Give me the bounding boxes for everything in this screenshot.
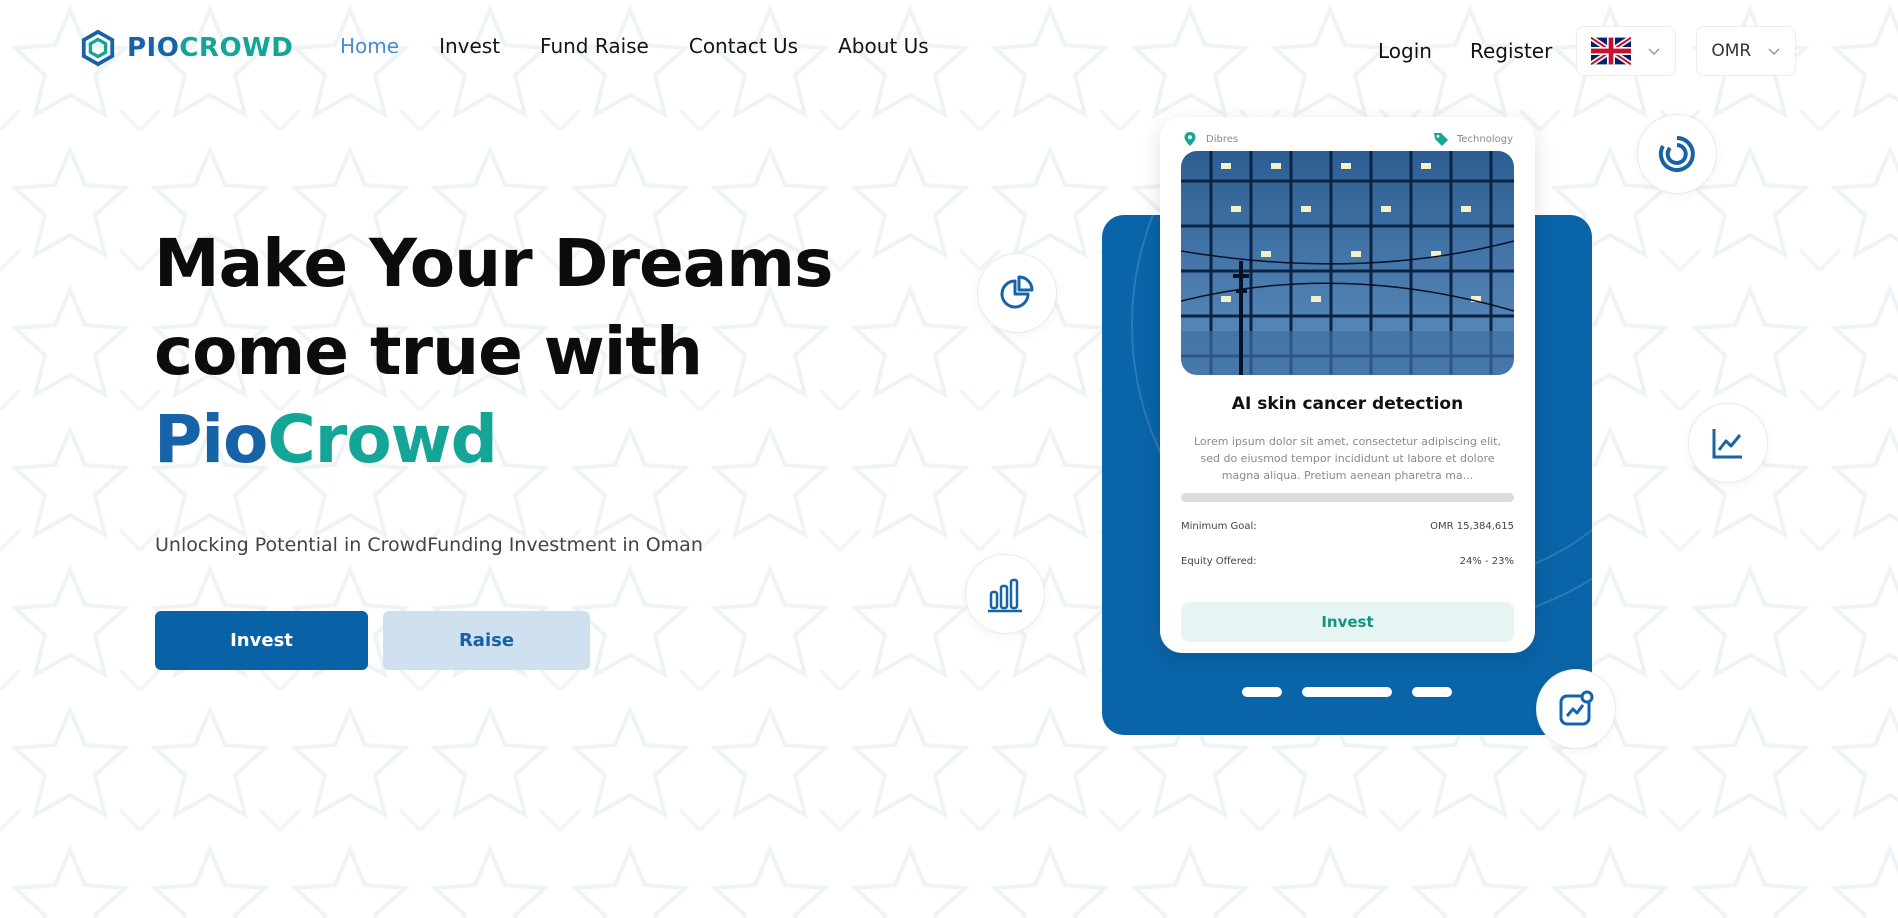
uk-flag-icon bbox=[1591, 37, 1632, 65]
card-invest-button[interactable]: Invest bbox=[1181, 602, 1514, 642]
carousel-dots bbox=[1242, 687, 1472, 697]
top-navigation: PIOCROWD Home Invest Fund Raise Contact … bbox=[0, 0, 1898, 96]
hexagon-logo-icon bbox=[81, 29, 115, 67]
hero-title-line-2: come true with bbox=[154, 313, 703, 390]
donut-chart-badge bbox=[1637, 114, 1717, 194]
nav-link-fund-raise[interactable]: Fund Raise bbox=[540, 34, 649, 58]
min-goal-value: OMR 15,384,615 bbox=[1430, 521, 1514, 532]
card-tags: Dibres Technology bbox=[1182, 129, 1513, 149]
pie-chart-badge bbox=[977, 253, 1057, 333]
office-building-photo bbox=[1181, 151, 1514, 375]
chevron-down-icon bbox=[1648, 48, 1660, 56]
min-goal-label: Minimum Goal: bbox=[1181, 521, 1257, 532]
currency-value: OMR bbox=[1711, 41, 1752, 61]
nav-right: Login Register OMR bbox=[1378, 26, 1797, 76]
nav-link-home[interactable]: Home bbox=[340, 34, 399, 58]
card-description: Lorem ipsum dolor sit amet, consectetur … bbox=[1194, 435, 1501, 482]
login-link[interactable]: Login bbox=[1378, 39, 1432, 63]
price-tag-icon bbox=[1433, 133, 1448, 146]
location-pin-icon bbox=[1184, 132, 1196, 146]
bar-chart-icon bbox=[988, 578, 1022, 613]
location-tag: Dibres bbox=[1182, 131, 1238, 147]
raise-button[interactable]: Raise bbox=[383, 611, 590, 670]
invest-button[interactable]: Invest bbox=[155, 611, 368, 670]
bar-chart-badge bbox=[965, 554, 1045, 634]
language-select[interactable] bbox=[1576, 26, 1677, 76]
line-chart-badge bbox=[1688, 403, 1768, 483]
pie-chart-icon bbox=[1000, 275, 1034, 309]
card-title: AI skin cancer detection bbox=[1231, 394, 1464, 414]
equity-label: Equity Offered: bbox=[1181, 556, 1257, 567]
carousel-dot[interactable] bbox=[1412, 687, 1452, 697]
equity-value: 24% - 23% bbox=[1459, 556, 1514, 567]
donut-chart-icon bbox=[1658, 136, 1695, 172]
nav-links: Home Invest Fund Raise Contact Us About … bbox=[340, 34, 969, 58]
hero-title-brand: PioCrowd bbox=[154, 401, 498, 478]
campaign-card[interactable]: Dibres Technology AI skin cancer detecti… bbox=[1160, 117, 1535, 653]
brand-logo[interactable]: PIOCROWD bbox=[79, 28, 293, 68]
brand-wordmark: PIOCROWD bbox=[127, 33, 294, 63]
nav-link-invest[interactable]: Invest bbox=[439, 34, 500, 58]
nav-link-about-us[interactable]: About Us bbox=[838, 34, 929, 58]
category-tag: Technology bbox=[1433, 131, 1513, 147]
hero-title: Make Your Dreams come true with PioCrowd bbox=[154, 220, 833, 484]
funding-progress-bar bbox=[1181, 493, 1514, 502]
equity-row: Equity Offered: 24% - 23% bbox=[1181, 556, 1514, 567]
nav-link-contact-us[interactable]: Contact Us bbox=[689, 34, 798, 58]
currency-select[interactable]: OMR bbox=[1696, 26, 1797, 76]
hero-title-line-1: Make Your Dreams bbox=[154, 225, 833, 302]
register-link[interactable]: Register bbox=[1470, 39, 1552, 63]
chevron-down-icon bbox=[1768, 48, 1780, 56]
line-chart-icon bbox=[1712, 429, 1742, 459]
card-image bbox=[1181, 151, 1514, 375]
carousel-dot-active[interactable] bbox=[1302, 687, 1392, 697]
hero-subtitle: Unlocking Potential in CrowdFunding Inve… bbox=[155, 534, 703, 556]
chart-settings-icon bbox=[1559, 690, 1594, 726]
chart-settings-badge bbox=[1536, 669, 1616, 749]
carousel-dot[interactable] bbox=[1242, 687, 1282, 697]
min-goal-row: Minimum Goal: OMR 15,384,615 bbox=[1181, 521, 1514, 532]
